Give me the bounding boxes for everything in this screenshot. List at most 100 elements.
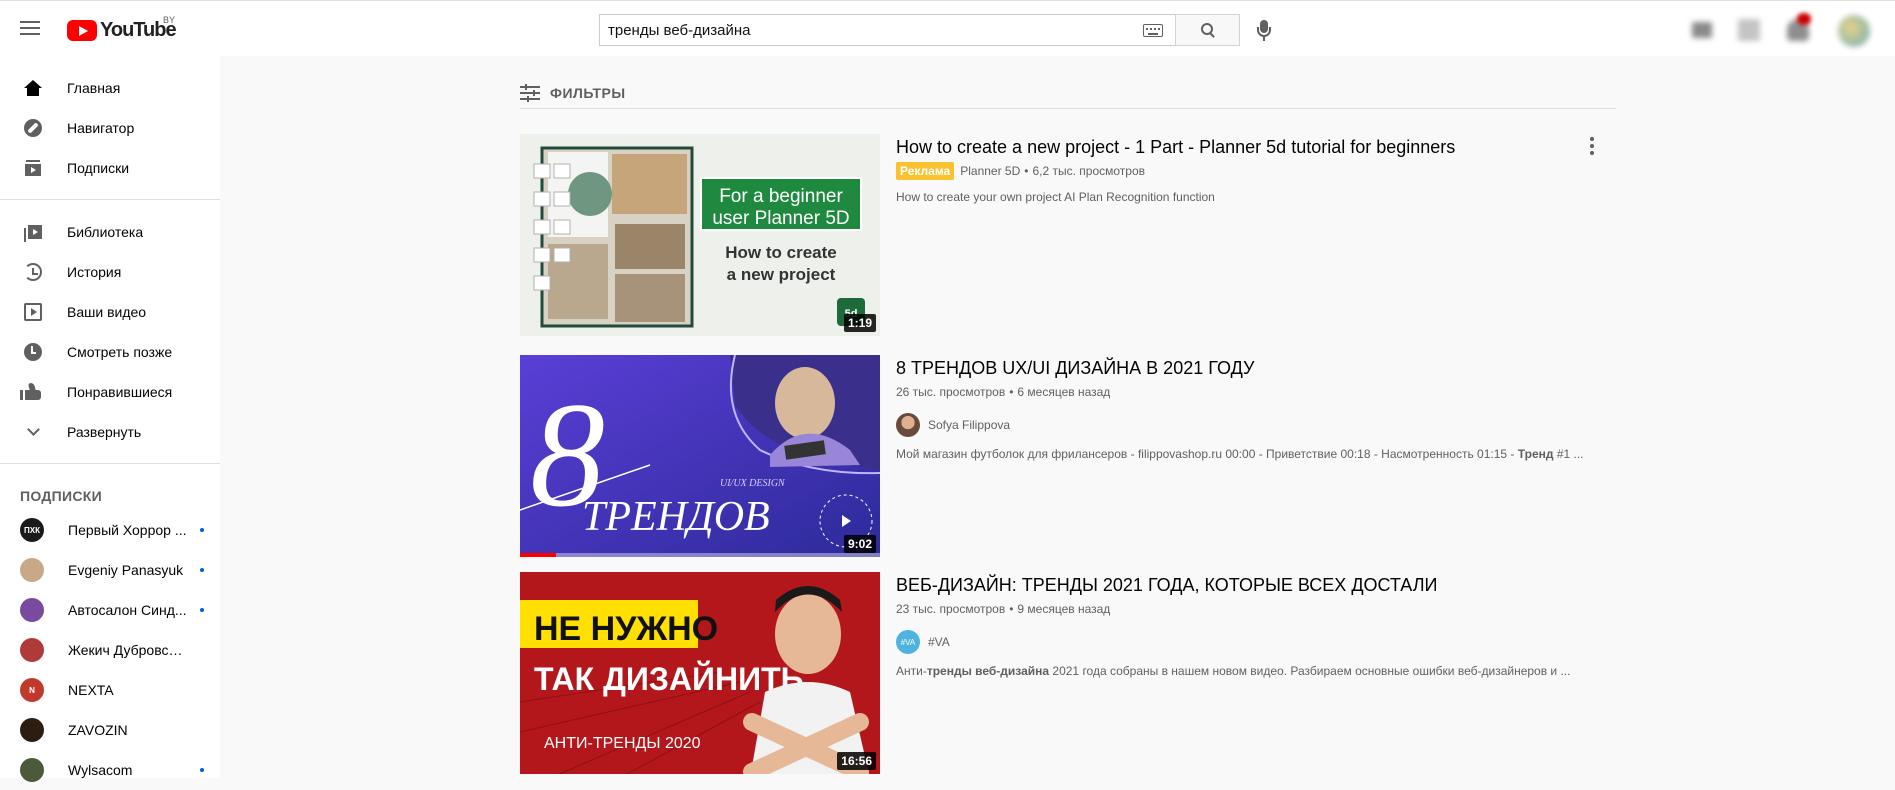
video-thumbnail[interactable]: НЕ НУЖНО ТАК ДИЗАЙНИТЬ АНТИ-ТРЕНДЫ 2020 … <box>520 572 880 774</box>
channel-avatar: ПХК <box>20 518 44 542</box>
subscriptions-heading: ПОДПИСКИ <box>20 488 102 504</box>
channel-avatar <box>20 758 44 782</box>
liked-icon <box>20 390 41 400</box>
thumb-text-line2: ТАК ДИЗАЙНИТЬ <box>534 661 804 697</box>
sidebar-item-your-videos[interactable]: Ваши видео <box>0 292 220 332</box>
watch-later-icon <box>24 343 42 361</box>
subscription-label: Автосалон Синд... <box>68 602 187 618</box>
subscription-item[interactable]: Автосалон Синд... <box>0 590 220 630</box>
youtube-logo[interactable]: YouTube <box>67 18 177 42</box>
subscription-label: NEXTA <box>68 682 114 698</box>
sidebar-item-label: Понравившиеся <box>67 384 173 400</box>
sidebar-item-watch-later[interactable]: Смотреть позже <box>0 332 220 372</box>
video-title[interactable]: How to create a new project - 1 Part - P… <box>896 134 1616 160</box>
video-description: Анти-тренды веб-дизайна 2021 года собран… <box>896 662 1616 680</box>
guide-sidebar: Главная Навигатор Подписки Библиотека Ис… <box>0 56 220 782</box>
logo-region-code: BY <box>163 15 176 25</box>
thumb-text-line1: НЕ НУЖНО <box>534 610 718 648</box>
channel-link[interactable]: #VA #VA <box>896 630 1616 654</box>
top-bar: YouTube BY <box>0 0 1895 56</box>
video-description: Мой магазин футболок для фрилансеров - f… <box>896 445 1616 463</box>
sidebar-item-label: Библиотека <box>67 224 144 240</box>
video-duration: 16:56 <box>837 752 876 770</box>
subscription-item[interactable]: ПХК Первый Хоррор ... <box>0 510 220 550</box>
channel-avatar: N <box>20 678 44 702</box>
sidebar-item-library[interactable]: Библиотека <box>0 212 220 252</box>
new-content-dot <box>200 768 204 772</box>
meta-separator: • <box>1009 602 1014 616</box>
channel-avatar <box>20 638 44 662</box>
history-icon <box>24 263 42 281</box>
video-thumbnail[interactable]: 8 UI/UX DESIGN ТРЕНДОВ 9:02 <box>520 355 880 557</box>
meta-separator: • <box>1024 164 1029 178</box>
search-icon <box>1200 23 1215 37</box>
filters-label: ФИЛЬТРЫ <box>550 84 626 101</box>
video-description: How to create your own project AI Plan R… <box>896 190 1215 204</box>
subscription-item[interactable]: ZAVOZIN <box>0 710 220 750</box>
sidebar-item-label: Подписки <box>67 160 130 176</box>
video-info: 8 ТРЕНДОВ UX/UI ДИЗАЙНА В 2021 ГОДУ 26 т… <box>896 355 1616 463</box>
sidebar-divider <box>0 463 220 464</box>
channel-avatar <box>20 558 44 582</box>
sidebar-item-liked[interactable]: Понравившиеся <box>0 372 220 412</box>
subscription-label: Wylsacom <box>68 762 133 778</box>
video-title[interactable]: ВЕБ-ДИЗАЙН: ТРЕНДЫ 2021 ГОДА, КОТОРЫЕ ВС… <box>896 572 1616 598</box>
watch-progress-bar <box>520 553 556 557</box>
library-icon <box>24 225 42 242</box>
thumb-text-line4: a new project <box>727 265 836 284</box>
sidebar-item-explore[interactable]: Навигатор <box>0 108 220 148</box>
video-thumbnail[interactable]: For a beginner user Planner 5D How to cr… <box>520 134 880 336</box>
video-duration: 9:02 <box>843 535 876 553</box>
sidebar-item-label: Навигатор <box>67 120 135 136</box>
subscription-item[interactable]: Wylsacom <box>0 750 220 790</box>
search-input-box[interactable] <box>599 14 1175 46</box>
channel-name: Sofya Filippova <box>928 418 1011 432</box>
new-content-dot <box>200 568 204 572</box>
sidebar-item-subscriptions[interactable]: Подписки <box>0 148 220 188</box>
new-content-dot <box>200 528 204 532</box>
channel-name[interactable]: Planner 5D <box>960 162 1020 180</box>
subscription-label: Жекич Дубровский <box>68 642 188 658</box>
channel-avatar-text: #VA <box>900 637 916 647</box>
thumb-text-line3: How to create <box>725 243 836 262</box>
anti-trends-thumbnail-art: НЕ НУЖНО ТАК ДИЗАЙНИТЬ АНТИ-ТРЕНДЫ 2020 <box>520 572 880 774</box>
filters-button[interactable]: ФИЛЬТРЫ <box>520 77 1616 109</box>
sidebar-item-label: История <box>67 264 122 280</box>
subscription-item[interactable]: Жекич Дубровский <box>0 630 220 670</box>
sidebar-item-label: Развернуть <box>67 424 142 440</box>
subscription-item[interactable]: N NEXTA <box>0 670 220 710</box>
more-options-icon[interactable] <box>1580 134 1604 158</box>
search-input[interactable] <box>608 21 1143 39</box>
compass-icon <box>24 119 42 137</box>
sidebar-item-home[interactable]: Главная <box>0 68 220 108</box>
create-video-icon[interactable] <box>1692 22 1712 38</box>
menu-icon[interactable] <box>18 17 46 41</box>
description-text: #1 ... <box>1553 447 1584 461</box>
channel-avatar <box>20 598 44 622</box>
ad-badge: Реклама <box>896 162 955 180</box>
video-info: How to create a new project - 1 Part - P… <box>896 134 1616 206</box>
video-info: ВЕБ-ДИЗАЙН: ТРЕНДЫ 2021 ГОДА, КОТОРЫЕ ВС… <box>896 572 1616 680</box>
video-title[interactable]: 8 ТРЕНДОВ UX/UI ДИЗАЙНА В 2021 ГОДУ <box>896 355 1616 381</box>
watch-progress-track <box>520 553 880 557</box>
channel-avatar <box>20 718 44 742</box>
sidebar-item-show-more[interactable]: Развернуть <box>0 412 220 452</box>
subscription-label: ZAVOZIN <box>68 722 128 738</box>
subscription-item[interactable]: Evgeniy Panasyuk <box>0 550 220 590</box>
your-videos-icon <box>24 303 42 321</box>
keyboard-icon[interactable] <box>1143 23 1163 37</box>
thumb-word-text: ТРЕНДОВ <box>582 494 770 540</box>
sidebar-item-history[interactable]: История <box>0 252 220 292</box>
video-duration: 1:19 <box>843 314 876 332</box>
channel-name: #VA <box>928 635 950 649</box>
apps-icon[interactable] <box>1738 19 1760 41</box>
description-highlight: Тренд <box>1517 447 1554 461</box>
description-text: 2021 года собраны в нашем новом видео. Р… <box>1049 664 1571 678</box>
search-button[interactable] <box>1175 14 1240 46</box>
microphone-icon[interactable] <box>1253 18 1275 42</box>
channel-link[interactable]: Sofya Filippova <box>896 413 1616 437</box>
subscriptions-icon <box>25 160 41 176</box>
account-avatar[interactable] <box>1838 15 1870 47</box>
subscription-label: Evgeniy Panasyuk <box>68 562 184 578</box>
video-meta: 23 тыс. просмотров • 9 месяцев назад <box>896 600 1616 618</box>
